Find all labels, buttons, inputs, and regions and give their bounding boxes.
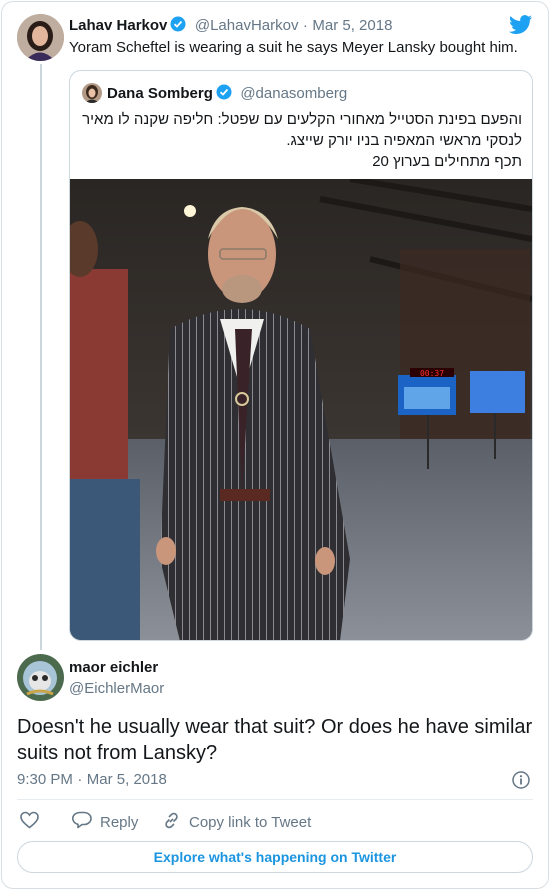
quoted-author-name: Dana Somberg <box>107 85 213 102</box>
reply-time: 9:30 PM <box>17 771 73 788</box>
dot-separator: · <box>77 771 83 788</box>
tweet-text: Yoram Scheftel is wearing a suit he says… <box>69 39 518 56</box>
reply-author-handle[interactable]: @EichlerMaor <box>69 680 164 697</box>
avatar-lahav-harkov[interactable] <box>17 14 64 61</box>
quoted-text: והפעם בפינת הסטייל מאחורי הקלעים עם שפטל… <box>82 109 522 172</box>
divider <box>17 799 533 800</box>
twitter-bird-icon[interactable] <box>509 15 533 35</box>
quoted-tweet[interactable]: Dana Somberg @danasomberg והפעם בפינת הס… <box>69 70 533 641</box>
verified-badge-icon <box>170 16 186 32</box>
quoted-photo[interactable]: 00:37 <box>70 176 532 640</box>
copy-link-label: Copy link to Tweet <box>189 814 312 831</box>
tweet-date[interactable]: Mar 5, 2018 <box>312 17 392 34</box>
like-button[interactable] <box>20 811 39 833</box>
heart-icon <box>20 811 39 833</box>
quoted-header: Dana Somberg @danasomberg <box>107 84 347 103</box>
quoted-author-handle: @danasomberg <box>240 85 348 102</box>
photo-screen-clock: 00:37 <box>420 369 444 378</box>
author-handle[interactable]: @LahavHarkov <box>195 17 299 34</box>
avatar-dana-somberg <box>82 83 102 103</box>
quoted-text-line: תכף מתחילים בערוץ 20 <box>372 153 522 170</box>
quoted-text-line: והפעם בפינת הסטייל מאחורי הקלעים עם שפטל… <box>82 111 522 128</box>
thread-connector-line <box>40 64 42 650</box>
author-name[interactable]: Lahav Harkov <box>69 17 167 34</box>
dot-separator: · <box>302 17 308 34</box>
reply-timestamp[interactable]: 9:30 PM · Mar 5, 2018 <box>17 771 167 789</box>
reply-label: Reply <box>100 813 139 831</box>
explore-twitter-link[interactable]: Explore what's happening on Twitter <box>17 841 533 873</box>
copy-link-button[interactable]: Copy link to Tweet <box>162 811 311 834</box>
reply-bubble-icon <box>72 811 92 833</box>
quoted-text-line: לנסקי מראשי המאפיה בניו יורק שייצג. <box>286 132 522 149</box>
avatar-maor-eichler[interactable] <box>17 654 64 701</box>
reply-author-name[interactable]: maor eichler <box>69 659 158 676</box>
link-icon <box>162 811 181 834</box>
verified-badge-icon <box>216 84 232 100</box>
reply-button[interactable]: Reply <box>72 811 138 833</box>
info-icon[interactable] <box>512 771 530 789</box>
tweet-header: Lahav Harkov @LahavHarkov · Mar 5, 2018 <box>69 16 392 35</box>
reply-text: Doesn't he usually wear that suit? Or do… <box>17 716 533 764</box>
reply-date: Mar 5, 2018 <box>86 771 167 788</box>
